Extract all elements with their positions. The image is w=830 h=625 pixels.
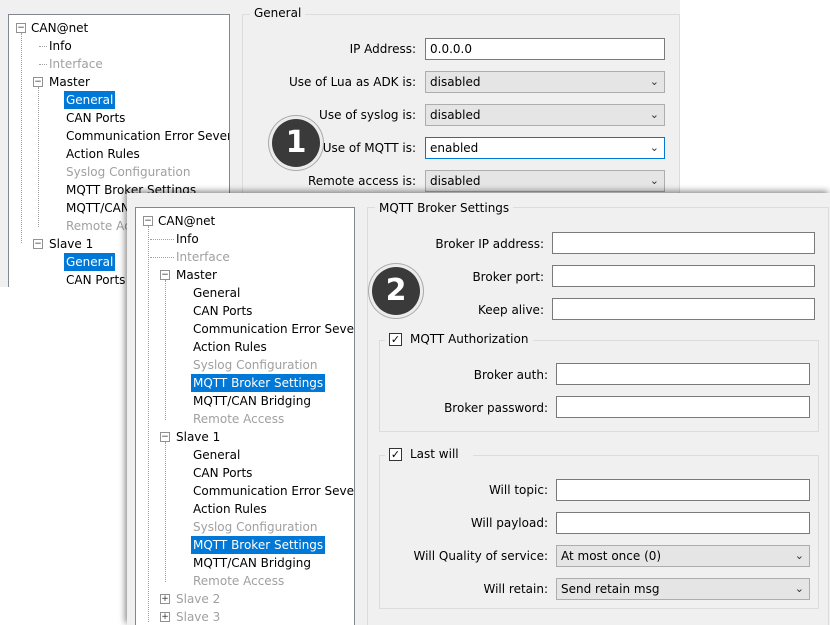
tree-item-master-general[interactable]: General: [64, 91, 116, 109]
collapse-icon[interactable]: −: [16, 23, 26, 33]
mqtt-select[interactable]: enabled ⌄: [425, 137, 665, 159]
step-badge-2: 2: [372, 267, 420, 315]
collapse-icon[interactable]: −: [33, 239, 43, 249]
tree-item-master[interactable]: Master: [174, 266, 219, 284]
will-retain-select[interactable]: Send retain msg ⌄: [556, 578, 810, 600]
broker-port-label: Broker port:: [472, 270, 544, 284]
tree-item-master-can-ports[interactable]: CAN Ports: [191, 302, 254, 320]
chevron-down-icon: ⌄: [794, 582, 804, 595]
general-group-title: General: [250, 6, 306, 20]
broker-port-input[interactable]: [552, 265, 815, 287]
will-payload-input[interactable]: [556, 512, 810, 534]
tree-item-master-comm-error[interactable]: Communication Error Severity: [64, 127, 229, 145]
broker-ip-input[interactable]: [552, 232, 815, 254]
broker-password-input[interactable]: [556, 396, 810, 418]
tree-root[interactable]: CAN@net: [29, 19, 90, 37]
will-retain-label: Will retain:: [483, 582, 548, 596]
expand-icon[interactable]: +: [160, 594, 170, 604]
tree-item-slave1[interactable]: Slave 1: [174, 428, 222, 446]
broker-auth-input[interactable]: [556, 363, 810, 385]
tree-item-slave1-mqtt-broker[interactable]: MQTT Broker Settings: [191, 536, 326, 554]
step-badge-1: 1: [272, 119, 320, 167]
last-will-checkbox[interactable]: ✓: [389, 448, 402, 461]
tree-item-master-mqtt-broker[interactable]: MQTT Broker Settings: [191, 374, 326, 392]
will-topic-label: Will topic:: [488, 483, 548, 497]
tree-item-master-action-rules[interactable]: Action Rules: [64, 145, 142, 163]
tree-item-slave1-can-ports[interactable]: CAN Ports: [64, 271, 127, 287]
collapse-icon[interactable]: −: [33, 77, 43, 87]
syslog-label: Use of syslog is:: [319, 108, 416, 122]
tree-item-master-mqtt-can[interactable]: MQTT/CAN Bridging: [191, 392, 313, 410]
tree-item-slave1-comm-error[interactable]: Communication Error Severity: [191, 482, 354, 500]
mqtt-auth-group: [379, 340, 819, 432]
keep-alive-input[interactable]: [552, 298, 815, 320]
last-will-title[interactable]: Last will: [406, 447, 463, 461]
keep-alive-label: Keep alive:: [477, 303, 544, 317]
tree-item-master-comm-error[interactable]: Communication Error Severity: [191, 320, 354, 338]
remote-access-label: Remote access is:: [308, 174, 416, 188]
tree-item-slave3: Slave 3: [176, 610, 221, 624]
lua-adk-label: Use of Lua as ADK is:: [288, 75, 416, 89]
will-qos-select[interactable]: At most once (0) ⌄: [556, 545, 810, 567]
tree-item-slave1-action-rules[interactable]: Action Rules: [191, 500, 269, 518]
tree-item-slave1-remote: Remote Access: [193, 574, 285, 588]
broker-auth-label: Broker auth:: [473, 368, 548, 382]
config-window-2: − CAN@net Info Interface − Master Genera…: [127, 193, 830, 625]
collapse-icon[interactable]: −: [160, 432, 170, 442]
collapse-icon[interactable]: −: [143, 216, 153, 226]
tree-item-slave1-general[interactable]: General: [191, 446, 242, 464]
collapse-icon[interactable]: −: [160, 270, 170, 280]
chevron-down-icon: ⌄: [649, 75, 659, 88]
chevron-down-icon: ⌄: [794, 549, 804, 562]
will-topic-input[interactable]: [556, 479, 810, 501]
mqtt-auth-title[interactable]: MQTT Authorization: [406, 332, 533, 346]
ip-address-input[interactable]: 0.0.0.0: [425, 38, 665, 60]
tree-item-master-mqtt-can[interactable]: MQTT/CAN: [64, 199, 132, 217]
chevron-down-icon: ⌄: [649, 108, 659, 121]
tree-item-master-action-rules[interactable]: Action Rules: [191, 338, 269, 356]
mqtt-broker-group-title: MQTT Broker Settings: [375, 201, 514, 215]
tree-item-master[interactable]: Master: [47, 73, 92, 91]
chevron-down-icon: ⌄: [649, 141, 659, 154]
syslog-select[interactable]: disabled ⌄: [425, 104, 665, 126]
lua-adk-select[interactable]: disabled ⌄: [425, 71, 665, 93]
broker-ip-label: Broker IP address:: [435, 237, 544, 251]
chevron-down-icon: ⌄: [649, 174, 659, 187]
tree-item-slave1-can-ports[interactable]: CAN Ports: [191, 464, 254, 482]
will-qos-label: Will Quality of service:: [413, 549, 548, 563]
tree-item-slave1[interactable]: Slave 1: [47, 235, 95, 253]
config-tree-2: − CAN@net Info Interface − Master Genera…: [135, 207, 355, 625]
tree-root[interactable]: CAN@net: [156, 212, 217, 230]
tree-item-master-remote: Remote Access: [193, 412, 285, 426]
mqtt-auth-checkbox[interactable]: ✓: [389, 333, 402, 346]
remote-access-select[interactable]: disabled ⌄: [425, 170, 665, 192]
tree-item-master-can-ports[interactable]: CAN Ports: [64, 109, 127, 127]
tree-item-slave2: Slave 2: [176, 592, 221, 606]
tree-item-master-syslog: Syslog Configuration: [193, 358, 318, 372]
broker-password-label: Broker password:: [444, 401, 548, 415]
expand-icon[interactable]: +: [160, 612, 170, 622]
tree-item-master-syslog: Syslog Configuration: [66, 165, 191, 179]
ip-address-label: IP Address:: [349, 42, 416, 56]
tree-item-slave1-mqtt-can[interactable]: MQTT/CAN Bridging: [191, 554, 313, 572]
tree-item-slave1-syslog: Syslog Configuration: [193, 520, 318, 534]
tree-item-interface: Interface: [176, 250, 230, 264]
mqtt-label: Use of MQTT is:: [322, 141, 416, 155]
tree-item-slave1-general[interactable]: General: [64, 253, 116, 271]
tree-item-info[interactable]: Info: [47, 37, 74, 55]
tree-item-interface: Interface: [49, 57, 103, 71]
tree-item-master-general[interactable]: General: [191, 284, 242, 302]
will-payload-label: Will payload:: [470, 516, 548, 530]
tree-item-info[interactable]: Info: [174, 230, 201, 248]
